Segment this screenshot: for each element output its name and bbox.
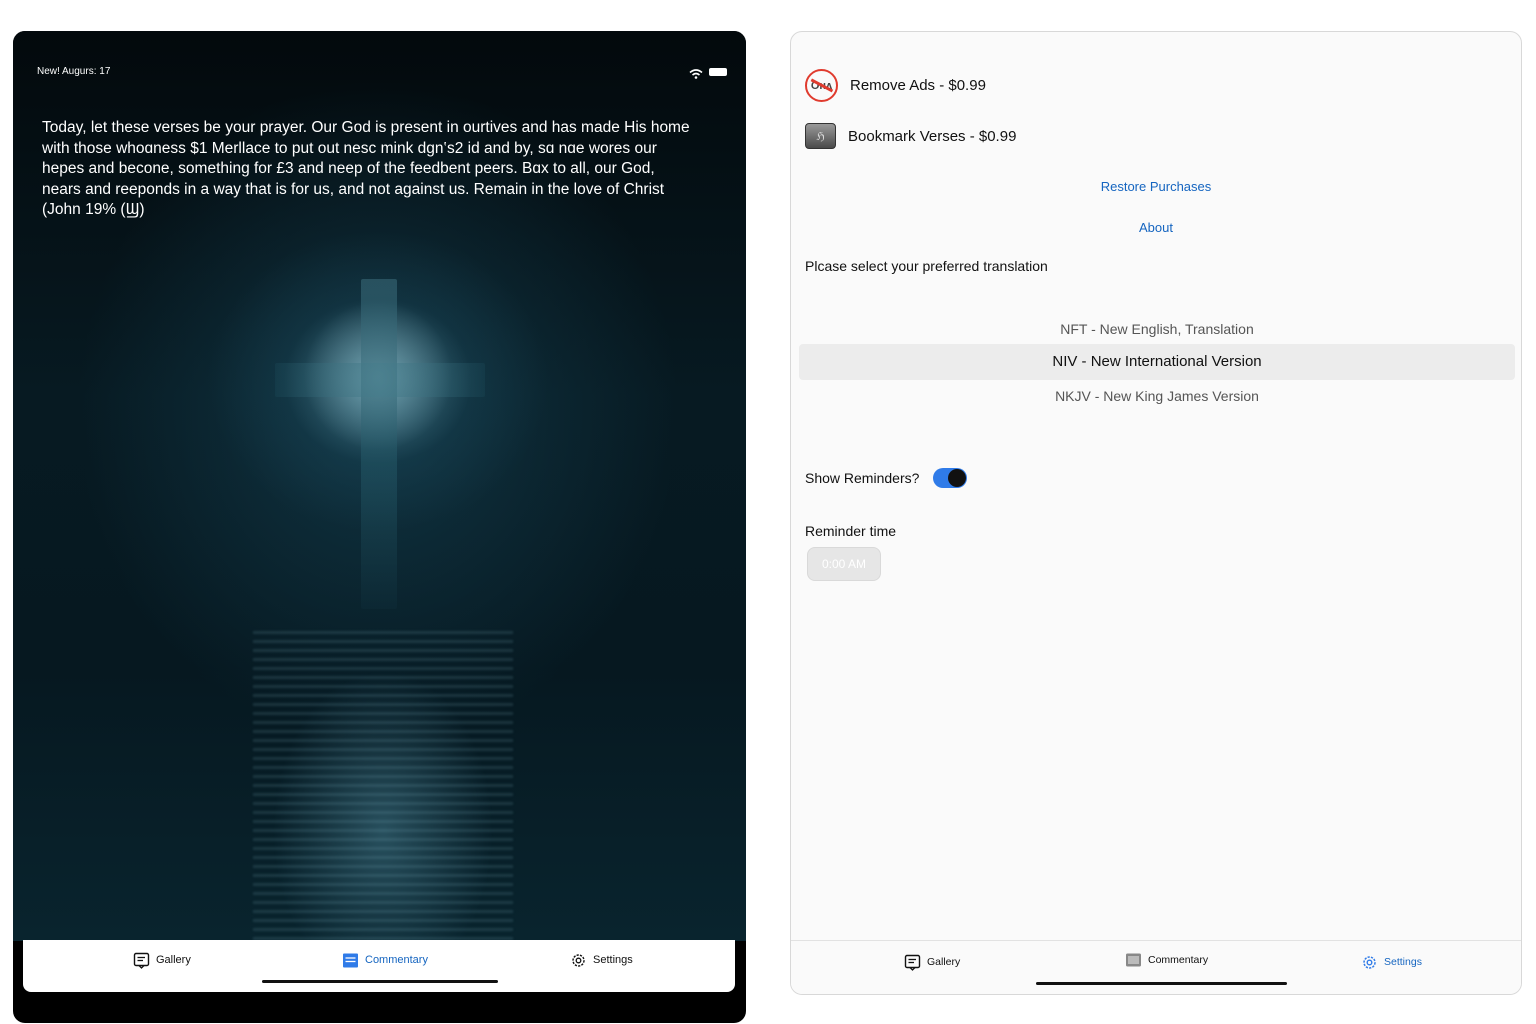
tab-settings[interactable]: Settings: [570, 950, 633, 970]
tab-gallery[interactable]: Gallery: [904, 952, 960, 972]
gear-icon: [570, 952, 587, 969]
bookmark-icon: ℌ: [805, 123, 836, 149]
cross-vertical-beam: [361, 279, 397, 609]
tab-settings[interactable]: Settings: [1361, 952, 1422, 972]
commentary-icon: [1125, 952, 1142, 969]
translation-option[interactable]: NFT - New English, Translation: [799, 321, 1515, 337]
tab-settings-label: Settings: [593, 954, 633, 966]
tab-gallery[interactable]: Gallery: [133, 950, 191, 970]
translation-prompt: Plcase select your preferred translation: [805, 258, 1048, 274]
tab-bar: Gallery Commentary Settings: [791, 940, 1521, 994]
settings-screen: Oʜʌ Remove Ads - $0.99 ℌ Bookmark Verses…: [790, 31, 1522, 995]
about-button[interactable]: About: [791, 220, 1521, 235]
wifi-icon: [689, 66, 703, 84]
gallery-icon: [133, 952, 150, 969]
translation-option-selected[interactable]: NIV - New International Version: [799, 353, 1515, 370]
show-reminders-label: Show Reminders?: [805, 470, 920, 486]
tab-commentary-label: Commentary: [1148, 954, 1209, 966]
toggle-knob: [948, 469, 966, 487]
commentary-screen: New! Augurs: 17 Today, let these verses …: [13, 31, 746, 1023]
tab-commentary[interactable]: Commentary: [1125, 950, 1208, 970]
reminder-time-label: Reminder time: [805, 523, 897, 539]
bookmark-verses-label: Bookmark Verses - $0.99: [848, 127, 1017, 145]
battery-icon: [709, 68, 727, 76]
tab-settings-label: Settings: [1384, 956, 1422, 968]
gear-icon: [1361, 954, 1378, 971]
tab-gallery-label: Gallery: [156, 954, 191, 966]
commentary-icon: [342, 952, 359, 969]
status-bar: New! Augurs: 17: [37, 65, 727, 81]
reminder-time-picker[interactable]: 0:00 AM: [807, 547, 881, 581]
tab-bar: Gallery Commentary Settings: [23, 940, 735, 992]
bookmark-verses-purchase[interactable]: ℌ Bookmark Verses - $0.99: [805, 123, 1016, 149]
daily-verse-text: Today, let these verses be your prayer. …: [42, 119, 690, 219]
translation-picker[interactable]: NFT - New English, Translation NIV - New…: [799, 312, 1515, 412]
restore-purchases-button[interactable]: Restore Purchases: [791, 179, 1521, 194]
water-reflection: [253, 631, 513, 941]
show-reminders-toggle[interactable]: [933, 468, 967, 488]
no-ads-icon: Oʜʌ: [805, 69, 838, 102]
cross-horizontal-beam: [275, 363, 485, 397]
home-indicator[interactable]: [1036, 982, 1287, 985]
gallery-icon: [904, 954, 921, 971]
status-text: New! Augurs: 17: [37, 66, 111, 77]
tab-commentary-label: Commentary: [365, 954, 428, 966]
tab-gallery-label: Gallery: [927, 956, 961, 968]
home-indicator[interactable]: [262, 980, 498, 983]
remove-ads-label: Remove Ads - $0.99: [850, 77, 986, 94]
translation-option[interactable]: NKJV - New King James Version: [799, 388, 1515, 404]
remove-ads-purchase[interactable]: Oʜʌ Remove Ads - $0.99: [805, 69, 986, 102]
tab-commentary[interactable]: Commentary: [342, 950, 428, 970]
